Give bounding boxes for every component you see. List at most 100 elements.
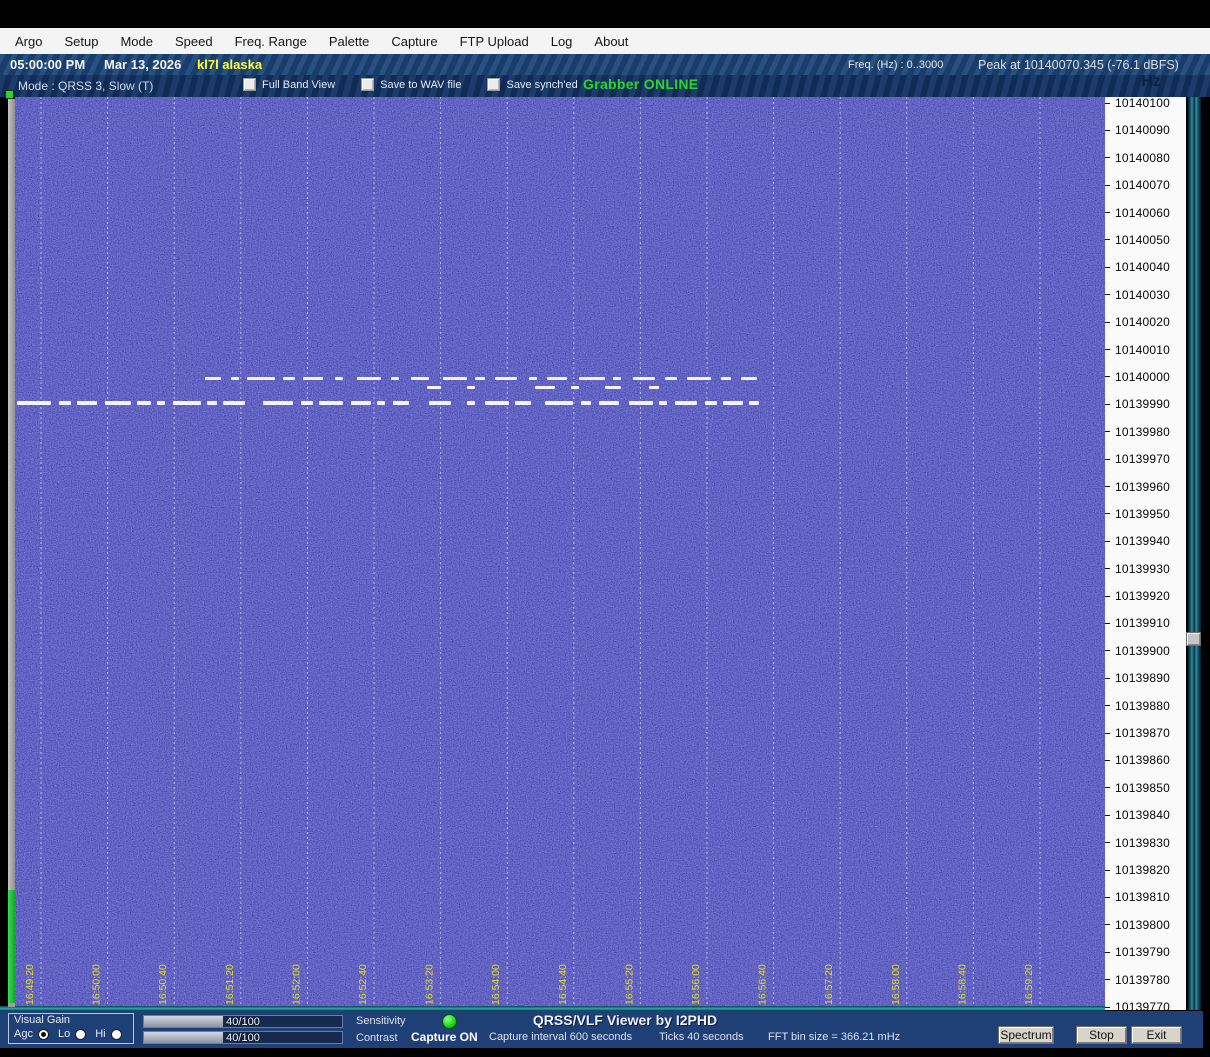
freq-tick — [1105, 513, 1110, 515]
frequency-scrollbar-track[interactable] — [1188, 97, 1201, 1010]
checkbox-group-save-to-wav-file[interactable]: Save to WAV file — [361, 78, 461, 91]
signal-dash — [427, 386, 441, 389]
radio-group-agc[interactable]: Agc — [14, 1028, 49, 1040]
freq-range-label: Freq. (Hz) : 0..3000 — [848, 59, 944, 71]
contrast-label: Contrast — [356, 1032, 398, 1044]
radio-hi[interactable] — [110, 1028, 122, 1040]
freq-scale-row: 10139840 — [1105, 808, 1170, 822]
freq-label: 10139900 — [1115, 643, 1170, 658]
menu-item-log[interactable]: Log — [551, 34, 573, 49]
signal-dash — [475, 377, 485, 380]
freq-label: 10139790 — [1115, 945, 1170, 960]
fft-bin-label: FFT bin size = 366.21 mHz — [768, 1031, 901, 1043]
mode-bar: Mode : QRSS 3, Slow (T) Full Band View Sa… — [0, 75, 1210, 97]
freq-label: 10139840 — [1115, 808, 1170, 823]
freq-label: 10140030 — [1115, 287, 1170, 302]
radio-agc[interactable] — [37, 1028, 49, 1040]
radio-lo[interactable] — [75, 1028, 87, 1040]
radio-group-hi[interactable]: Hi — [95, 1028, 122, 1040]
menu-item-ftp-upload[interactable]: FTP Upload — [460, 34, 529, 49]
signal-dash — [467, 401, 475, 405]
menu-item-argo[interactable]: Argo — [15, 34, 42, 49]
signal-dash — [485, 401, 509, 405]
waterfall-display[interactable]: 16:49:20 16:50:00 16:50:40 16:51:20 16:52:00… — [15, 97, 1105, 1010]
freq-tick — [1105, 787, 1110, 789]
menu-item-mode[interactable]: Mode — [120, 34, 153, 49]
peak-readout: Peak at 10140070.345 (-76.1 dBFS) — [978, 58, 1179, 72]
signal-dash — [529, 377, 537, 380]
checkbox-save-to-wav-file[interactable] — [361, 78, 375, 91]
freq-label: 10139810 — [1115, 890, 1170, 905]
stop-button[interactable]: Stop — [1076, 1026, 1127, 1044]
checkbox-group-full-band-view[interactable]: Full Band View — [243, 78, 335, 91]
signal-dash — [599, 401, 619, 405]
freq-tick — [1105, 595, 1110, 597]
freq-scale-row: 10139930 — [1105, 562, 1170, 576]
checkbox-save-synch-ed[interactable] — [487, 78, 501, 91]
menu-item-capture[interactable]: Capture — [391, 34, 437, 49]
freq-tick — [1105, 321, 1110, 323]
spectrum-button[interactable]: Spectrum — [998, 1026, 1054, 1044]
signal-dash — [545, 401, 573, 405]
signal-dash — [721, 377, 731, 380]
freq-label: 10139800 — [1115, 917, 1170, 932]
signal-dash — [335, 377, 343, 380]
signal-dash — [547, 377, 567, 380]
visual-gain-options: Agc Lo Hi — [14, 1028, 122, 1040]
freq-tick — [1105, 486, 1110, 487]
noise-sparkle — [15, 97, 1105, 1010]
signal-dash — [77, 401, 97, 405]
argo-window: Argo Setup Mode Speed Freq. Range Palette Capt… — [0, 0, 1210, 1057]
sensitivity-slider[interactable]: 40/100 — [143, 1015, 343, 1028]
freq-tick — [1105, 349, 1110, 351]
freq-tick — [1105, 842, 1110, 844]
capture-status: Capture ON — [411, 1030, 478, 1044]
radio-label-agc: Agc — [14, 1028, 33, 1040]
menu-item-about[interactable]: About — [594, 34, 628, 49]
time-label: 16:57:20 — [823, 964, 835, 1005]
freq-tick — [1105, 239, 1110, 241]
signal-dash — [705, 401, 717, 405]
checkbox-full-band-view[interactable] — [243, 78, 256, 91]
progress-bar-top-cap — [5, 90, 14, 99]
freq-scale-row: 10139920 — [1105, 589, 1170, 603]
freq-scale-row: 10140010 — [1105, 343, 1170, 357]
time-label: 16:50:40 — [157, 964, 169, 1005]
freq-scale-row: 10140020 — [1105, 315, 1170, 329]
menu-item-speed[interactable]: Speed — [175, 34, 213, 49]
signal-dash — [357, 377, 381, 380]
time-label: 16:56:40 — [757, 964, 769, 1005]
signal-dash — [303, 377, 323, 380]
freq-tick — [1105, 924, 1110, 926]
freq-scale-row: 10140090 — [1105, 123, 1170, 137]
menu-item-setup[interactable]: Setup — [64, 34, 98, 49]
time-label: 16:55:20 — [623, 964, 635, 1005]
app-title: QRSS/VLF Viewer by I2PHD — [532, 1012, 718, 1028]
signal-dash — [579, 377, 605, 380]
freq-label: 10139920 — [1115, 589, 1170, 604]
time-label: 16:59:20 — [1023, 964, 1035, 1005]
contrast-slider[interactable]: 40/100 — [143, 1031, 343, 1044]
freq-label: 10139940 — [1115, 534, 1170, 549]
freq-scale-row: 10139960 — [1105, 480, 1170, 494]
menu-item-freq-range[interactable]: Freq. Range — [235, 34, 307, 49]
freq-label: 10140040 — [1115, 260, 1170, 275]
signal-dash — [411, 377, 429, 380]
time-label: 16:49:20 — [24, 964, 36, 1005]
freq-scale-row: 10140100 — [1105, 96, 1170, 110]
freq-label: 10139870 — [1115, 726, 1170, 741]
signal-dash — [613, 377, 621, 380]
freq-tick — [1105, 1006, 1110, 1008]
menu-item-palette[interactable]: Palette — [329, 34, 369, 49]
radio-group-lo[interactable]: Lo — [58, 1028, 87, 1040]
freq-scale-row: 10139850 — [1105, 781, 1170, 795]
exit-button[interactable]: Exit — [1131, 1026, 1182, 1044]
freq-tick — [1105, 705, 1110, 707]
freq-tick — [1105, 458, 1110, 460]
checkbox-group-save-synch-ed[interactable]: Save synch'ed — [487, 78, 578, 91]
freq-scale-row: 10139950 — [1105, 507, 1170, 521]
capture-interval-label: Capture interval 600 seconds — [489, 1031, 633, 1043]
time-label: 16:50:00 — [91, 964, 103, 1005]
freq-tick — [1105, 814, 1110, 816]
frequency-scrollbar-handle[interactable] — [1186, 632, 1201, 646]
